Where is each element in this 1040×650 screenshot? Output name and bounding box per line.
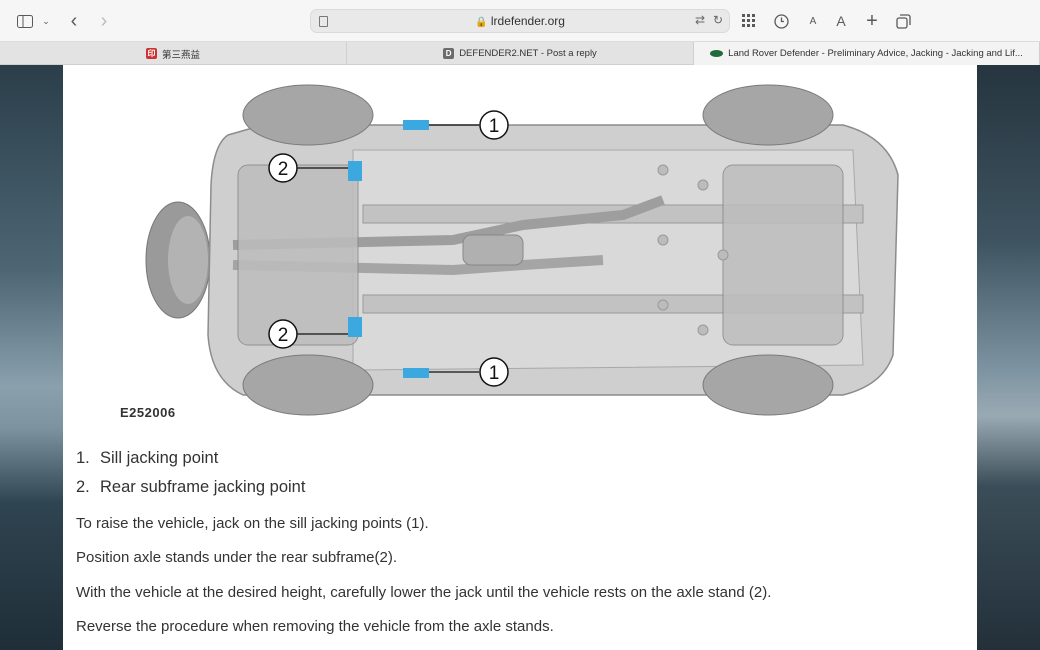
forward-icon[interactable]: ›: [96, 10, 112, 32]
url-text: lrdefender.org: [490, 14, 565, 28]
tab-label: Land Rover Defender - Preliminary Advice…: [728, 48, 1023, 59]
grid-icon[interactable]: [740, 10, 758, 32]
tabs-overview-icon[interactable]: [894, 10, 912, 32]
browser-toolbar: ⌄ ‹ › 🔒 lrdefender.org ⇄ ↻ A A +: [0, 0, 1040, 42]
legend-list: 1. Sill jacking point 2. Rear subframe j…: [76, 449, 305, 507]
callout-1-bottom: 1: [479, 357, 509, 387]
list-text: Rear subframe jacking point: [100, 478, 306, 496]
jack-point-sill-top: [403, 120, 429, 130]
tab-3-active[interactable]: Land Rover Defender - Preliminary Advice…: [694, 42, 1040, 65]
diagram-caption: E252006: [120, 405, 176, 420]
lock-icon: 🔒: [475, 17, 488, 28]
page-content: 1 2 2 1 E252006 1. Sill jacking point 2.…: [63, 65, 977, 650]
seal-favicon-icon: 印: [145, 48, 157, 59]
reload-icon[interactable]: ↻: [713, 13, 723, 27]
list-item: 2. Rear subframe jacking point: [76, 478, 305, 507]
text-larger-icon[interactable]: A: [833, 10, 849, 32]
svg-text:2: 2: [278, 325, 289, 346]
callout-2-bottom: 2: [268, 319, 298, 349]
background-image-left: [0, 65, 63, 650]
tab-1[interactable]: 印 第三燕益: [0, 42, 347, 65]
list-number: 2.: [76, 478, 90, 496]
tab-bar: 印 第三燕益 D DEFENDER2.NET - Post a reply La…: [0, 42, 1040, 65]
paragraph-reverse: Reverse the procedure when removing the …: [76, 618, 554, 635]
background-image-right: [977, 65, 1040, 650]
callout-1-top: 1: [479, 110, 509, 140]
text-smaller-icon[interactable]: A: [806, 10, 820, 32]
jack-point-sill-bottom: [403, 368, 429, 378]
svg-text:2: 2: [278, 159, 289, 180]
paragraph-position: Position axle stands under the rear subf…: [76, 549, 397, 566]
jack-point-subframe-bottom: [348, 317, 362, 337]
d-favicon-icon: D: [443, 48, 455, 59]
back-icon[interactable]: ‹: [66, 10, 82, 32]
vehicle-underbody-diagram: 1 2 2 1: [145, 84, 899, 416]
svg-text:1: 1: [489, 363, 500, 384]
address-bar[interactable]: 🔒 lrdefender.org ⇄ ↻: [310, 9, 730, 33]
callout-2-top: 2: [268, 153, 298, 183]
new-tab-icon[interactable]: +: [864, 10, 880, 32]
land-rover-favicon-icon: [710, 50, 724, 57]
list-number: 1.: [76, 449, 90, 467]
svg-text:1: 1: [489, 116, 500, 137]
chevron-down-icon[interactable]: ⌄: [40, 10, 52, 32]
list-item: 1. Sill jacking point: [76, 449, 305, 478]
translate-icon[interactable]: ⇄: [695, 13, 705, 27]
list-text: Sill jacking point: [100, 449, 219, 467]
paragraph-lower: With the vehicle at the desired height, …: [76, 584, 772, 601]
tab-2[interactable]: D DEFENDER2.NET - Post a reply: [347, 42, 694, 65]
jack-point-subframe-top: [348, 161, 362, 181]
tab-label: 第三燕益: [161, 49, 200, 61]
sidebar-icon[interactable]: [16, 10, 34, 32]
tab-label: DEFENDER2.NET - Post a reply: [459, 48, 597, 59]
paragraph-raise: To raise the vehicle, jack on the sill j…: [76, 515, 429, 532]
history-icon[interactable]: [772, 10, 790, 32]
